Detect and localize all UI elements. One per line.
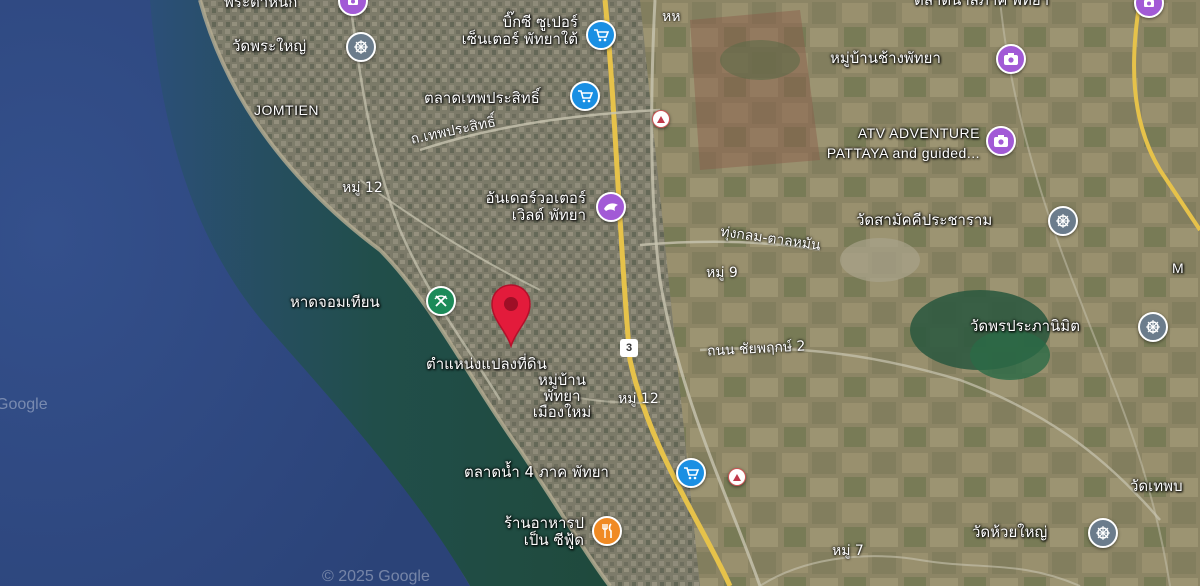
area-label-m: M <box>1172 260 1185 276</box>
road-label-moo12-b: หมู่ 12 <box>618 391 659 407</box>
place-label-elephant-village[interactable]: หมู่บ้านช้างพัทยา <box>830 50 941 67</box>
road-label-top: หห <box>662 9 681 25</box>
selected-pin-label[interactable]: ตำแหน่งแปลงที่ดิน <box>426 356 547 373</box>
dolphin-icon[interactable] <box>596 192 626 222</box>
place-label-moo-ban-line2: พัทยา <box>543 387 581 405</box>
place-label-moo-ban-line3: เมืองใหม่ <box>532 403 592 421</box>
shopping-cart-icon[interactable] <box>586 20 616 50</box>
camera-icon[interactable] <box>996 44 1026 74</box>
place-label-atv-line2: PATTAYA and guided... <box>826 145 980 161</box>
road-label-moo12-a: หมู่ 12 <box>342 180 383 196</box>
temple-icon[interactable] <box>1048 206 1078 236</box>
place-label-moo-ban-line1: หมู่บ้าน <box>538 371 586 389</box>
shopping-cart-icon[interactable] <box>676 458 706 488</box>
landmark-icon[interactable] <box>728 468 746 486</box>
place-label-top-right[interactable]: ตลาดน้ำสี่ภาค พัทยา <box>914 0 1049 9</box>
temple-icon[interactable] <box>1138 312 1168 342</box>
fork-knife-icon[interactable] <box>592 516 622 546</box>
map-terrain <box>0 0 1200 586</box>
place-label-wat-phon[interactable]: วัดพรประภานิมิต <box>970 318 1080 335</box>
place-label-big-c-line2: เซ็นเตอร์ พัทยาใต้ <box>461 30 578 48</box>
beach-icon[interactable] <box>426 286 456 316</box>
place-label-jomtien-beach[interactable]: หาดจอมเทียน <box>290 294 380 311</box>
place-label-wat-samakkhi[interactable]: วัดสามัคคีประชาราม <box>856 212 992 229</box>
road-label-moo7: หมู่ 7 <box>832 543 864 559</box>
place-label-underwater-world[interactable]: อันเดอร์วอเตอร์ เวิลด์ พัทยา <box>430 190 586 224</box>
place-label-wat-thep[interactable]: วัดเทพบ <box>1130 478 1183 495</box>
camera-icon[interactable] <box>986 126 1016 156</box>
place-label-wat-huai-yai[interactable]: วัดห้วยใหญ่ <box>972 524 1047 541</box>
place-label-atv[interactable]: ATV ADVENTURE PATTAYA and guided... <box>758 123 980 163</box>
landmark-icon[interactable] <box>652 110 670 128</box>
copyright-watermark: © 2025 Google <box>322 568 430 585</box>
place-label-floating-market[interactable]: ตลาดน้ำ 4 ภาค พัทยา <box>464 464 609 481</box>
place-label-pratamnak[interactable]: พระตำหนัก <box>224 0 297 11</box>
temple-icon[interactable] <box>346 32 376 62</box>
shopping-cart-icon[interactable] <box>570 81 600 111</box>
place-label-big-c[interactable]: บิ๊กซี ซูเปอร์ เซ็นเตอร์ พัทยาใต้ <box>418 14 578 48</box>
place-label-restaurant[interactable]: ร้านอาหารป เป็น ซีฟู้ด <box>456 515 584 549</box>
place-label-moo-ban-pattaya[interactable]: หมู่บ้าน พัทยา เมืองใหม่ <box>530 372 594 420</box>
google-watermark: Google <box>0 396 48 413</box>
place-label-wat-phra-yai[interactable]: วัดพระใหญ่ <box>232 38 306 55</box>
place-label-big-c-line1: บิ๊กซี ซูเปอร์ <box>502 13 578 31</box>
temple-icon[interactable] <box>1088 518 1118 548</box>
red-location-pin-icon[interactable] <box>488 282 534 349</box>
place-label-restaurant-line2: เป็น ซีฟู้ด <box>523 531 584 549</box>
place-label-restaurant-line1: ร้านอาหารป <box>503 514 584 532</box>
route-3-shield: 3 <box>620 339 638 357</box>
area-label-jomtien: JOMTIEN <box>254 102 319 118</box>
place-label-underwater-line1: อันเดอร์วอเตอร์ <box>485 189 586 207</box>
satellite-map[interactable]: Google © 2025 Google JOMTIEN M ถ.เทพประส… <box>0 0 1200 586</box>
place-label-underwater-line2: เวิลด์ พัทยา <box>511 206 586 224</box>
place-label-talad-thepprasit[interactable]: ตลาดเทพประสิทธิ์ <box>424 90 540 107</box>
place-label-atv-line1: ATV ADVENTURE <box>857 125 980 141</box>
road-label-moo9: หมู่ 9 <box>706 265 738 281</box>
